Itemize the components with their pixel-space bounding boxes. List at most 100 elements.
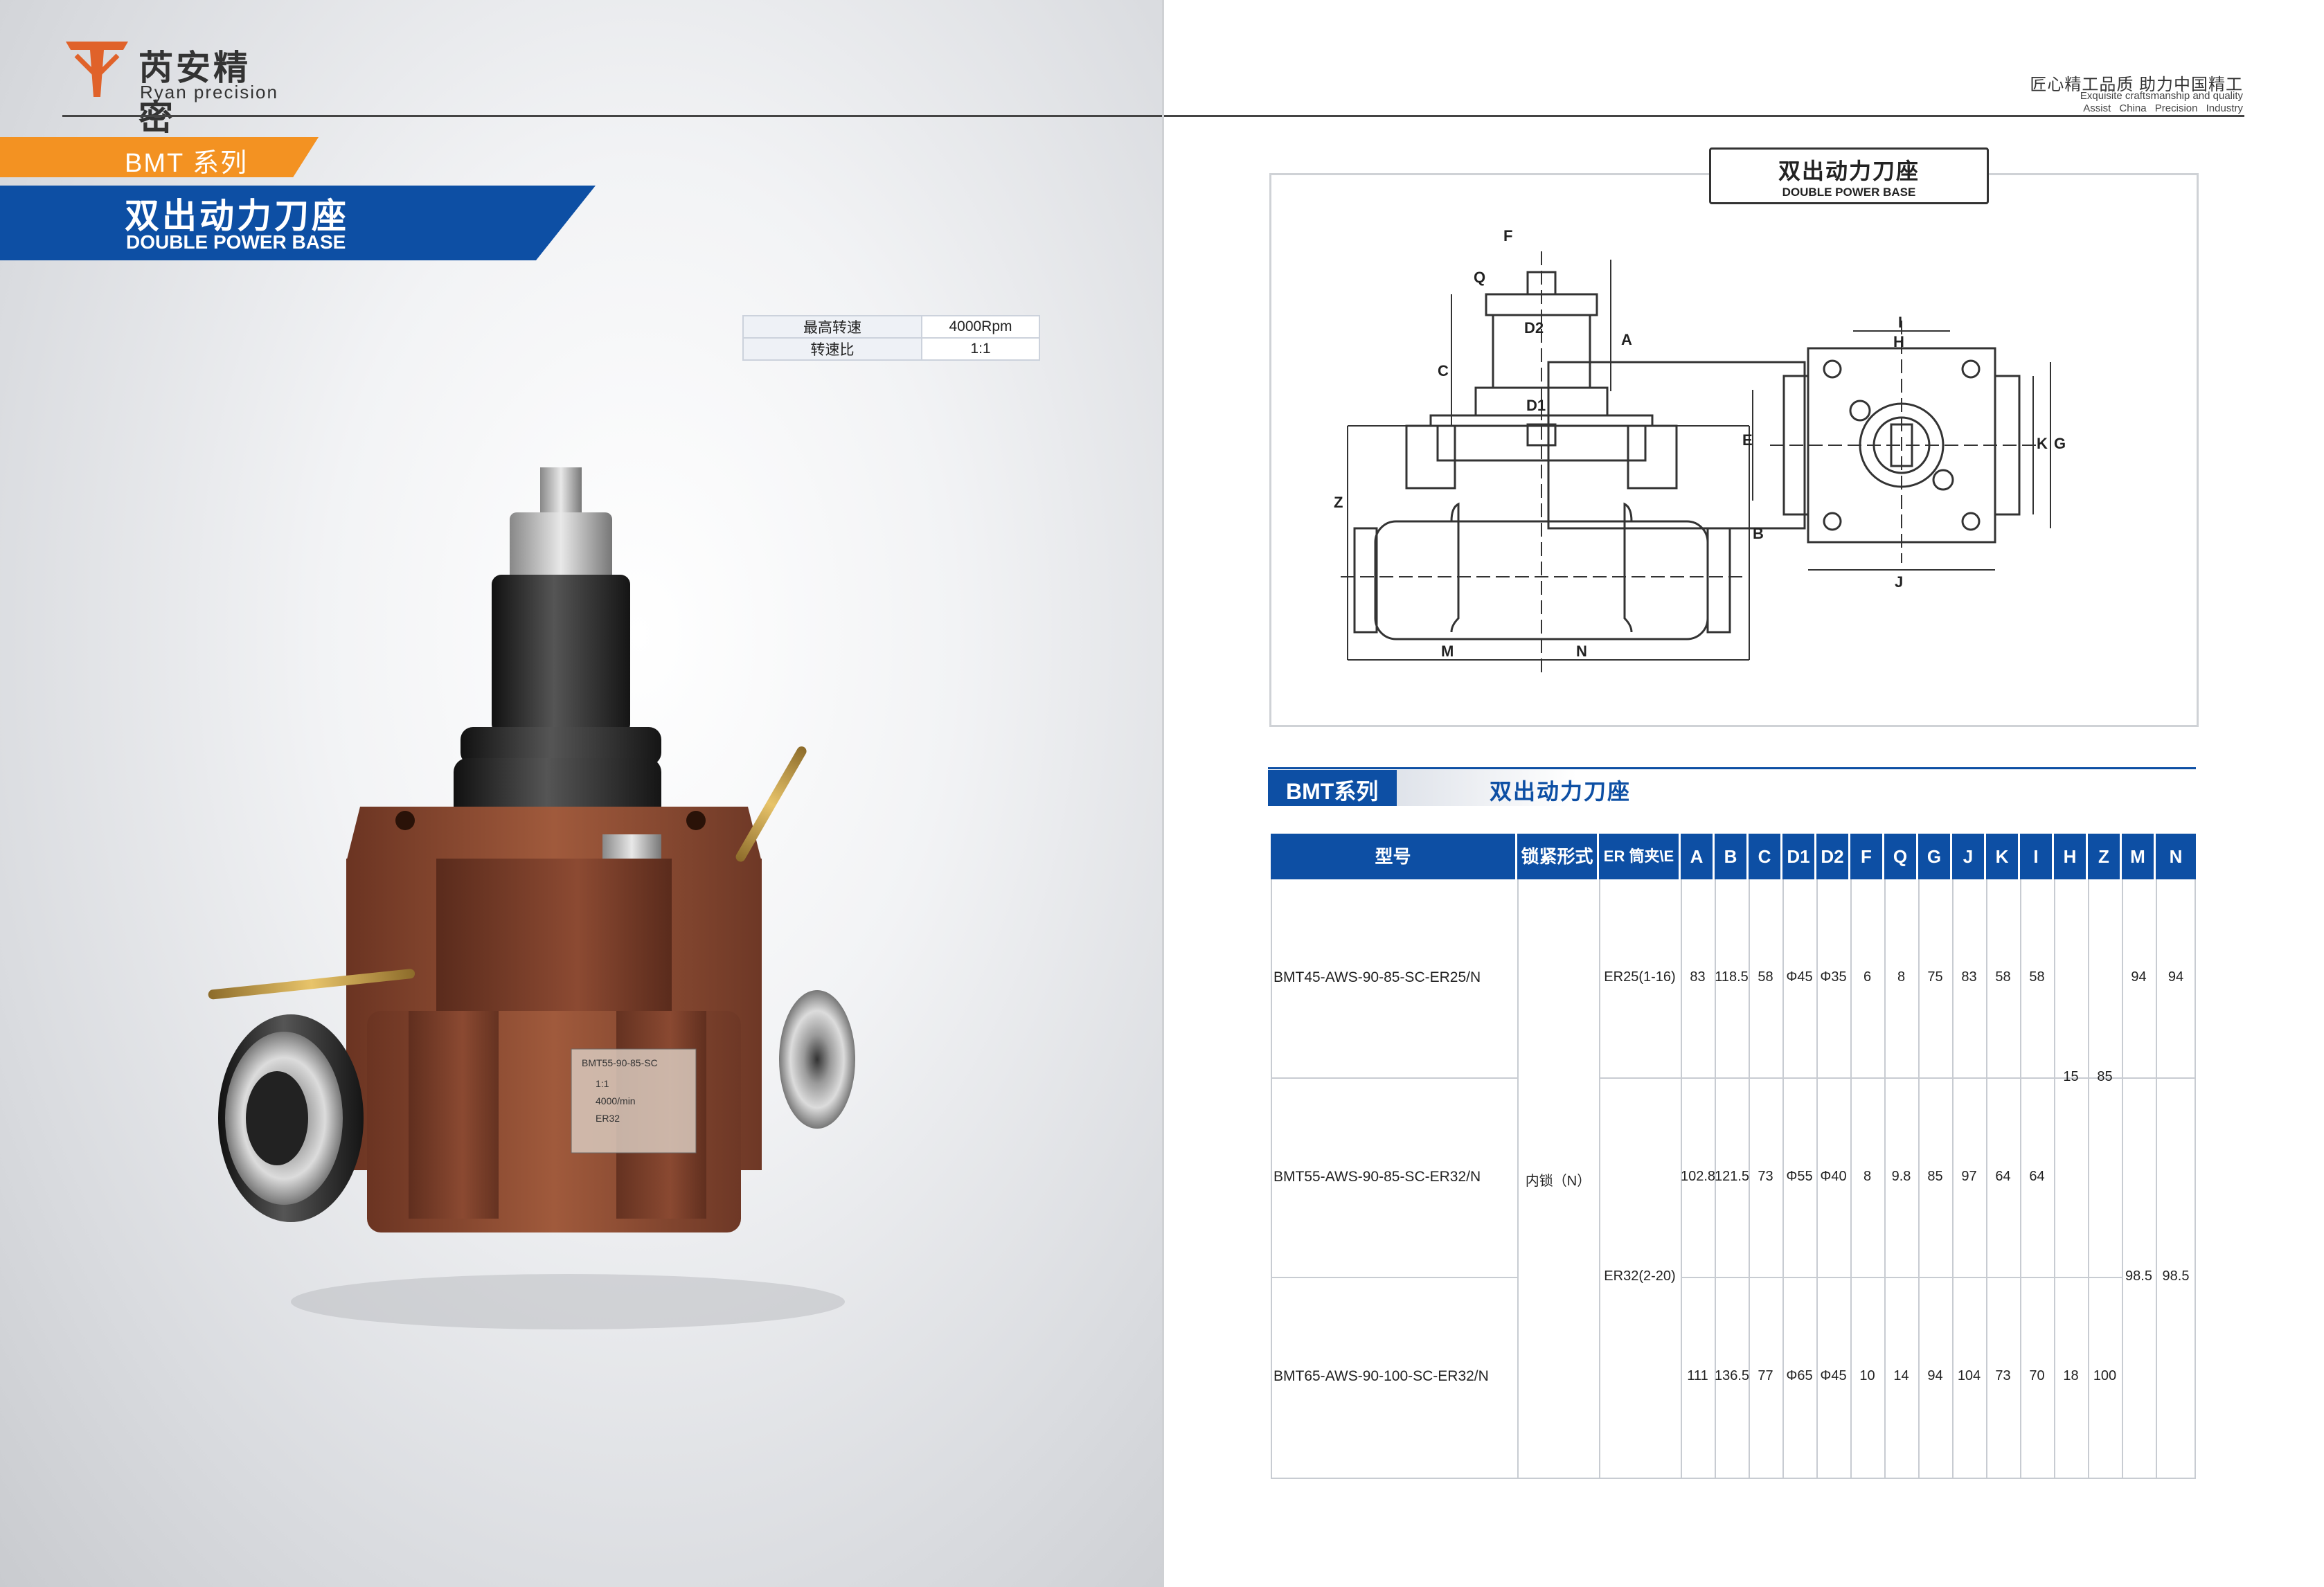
table-cell: 104 xyxy=(1957,1368,1981,1383)
table-cell: 136.5 xyxy=(1715,1368,1750,1383)
dim-label: A xyxy=(1621,331,1632,348)
table-cell: 58 xyxy=(1758,969,1773,985)
nameplate-ratio: 1:1 xyxy=(596,1078,609,1089)
table-cell: 83 xyxy=(1690,969,1706,985)
title-banner: 双出动力刀座 DOUBLE POWER BASE xyxy=(0,186,596,260)
table-header: D2 xyxy=(1816,834,1850,879)
table-header: H xyxy=(2054,834,2088,879)
table-cell: 15 xyxy=(2063,1069,2079,1084)
table-cell: 94 xyxy=(2167,969,2184,985)
table-header: G xyxy=(1918,834,1952,879)
table-cell: 97 xyxy=(1961,1169,1977,1184)
table-cell: 8 xyxy=(1863,1169,1872,1184)
dim-label: K xyxy=(2037,435,2048,452)
speed-spec-table: 最高转速 4000Rpm 转速比 1:1 xyxy=(742,315,1040,361)
grid-line xyxy=(2054,879,2055,1479)
dim-label: Q xyxy=(1474,269,1485,286)
dim-label: D1 xyxy=(1526,397,1546,414)
lock-type-cell: 内锁（N） xyxy=(1525,1174,1591,1189)
table-cell: 98.5 xyxy=(2162,1268,2190,1284)
spec-label: 最高转速 xyxy=(742,315,922,339)
grid-line xyxy=(1599,1077,2122,1079)
dim-label: M xyxy=(1441,643,1454,660)
spec-label: 转速比 xyxy=(742,337,922,361)
brand-logo: 芮安精密 Ryan precision xyxy=(62,35,284,137)
section-title: 双出动力刀座 xyxy=(1490,779,1632,804)
nameplate-model: BMT55-90-85-SC xyxy=(582,1057,658,1068)
table-cell: ER32(2-20) xyxy=(1604,1268,1676,1284)
table-cell: Φ55 xyxy=(1786,1169,1813,1184)
dim-label: D2 xyxy=(1524,319,1544,337)
spec-value: 4000Rpm xyxy=(921,315,1040,339)
table-header: N xyxy=(2156,834,2196,879)
table-cell: 100 xyxy=(2093,1368,2117,1383)
section-rule xyxy=(1268,767,2196,769)
table-cell: 64 xyxy=(1995,1169,2011,1184)
table-cell: 6 xyxy=(1863,969,1872,985)
dimension-drawing: F Q D2 C A D1 Z B M N I H E K G J xyxy=(1334,227,2066,674)
table-header: ER 筒夹\E xyxy=(1599,834,1681,879)
series-label: BMT 系列 xyxy=(125,149,249,178)
table-cell: Φ45 xyxy=(1820,1368,1847,1383)
table-header: K xyxy=(1986,834,2020,879)
table-cell: 94 xyxy=(1927,1368,1943,1383)
dim-label: I xyxy=(1898,314,1902,331)
right-page: 匠心精工品质 助力中国精工 Exquisite craftsmanship an… xyxy=(1162,0,2324,1587)
table-header: I xyxy=(2020,834,2054,879)
grid-line xyxy=(1271,1277,1517,1278)
table-header: A xyxy=(1681,834,1715,879)
spec-row: 最高转速 4000Rpm xyxy=(742,315,1040,339)
table-header: D1 xyxy=(1782,834,1816,879)
table-cell: 58 xyxy=(2029,969,2045,985)
table-cell: 77 xyxy=(1758,1368,1773,1383)
table-cell: Φ65 xyxy=(1786,1368,1813,1383)
logo-mark-icon xyxy=(66,42,128,97)
table-header: J xyxy=(1952,834,1986,879)
table-cell: 85 xyxy=(2097,1069,2113,1084)
drawing-frame: F Q D2 C A D1 Z B M N I H E K G J 双出动力刀座… xyxy=(1269,147,2199,727)
section-tab: BMT系列 xyxy=(1268,770,1397,806)
spec-table: 型号 锁紧形式 ER 筒夹\E A B C D1 D2 F Q G J K I … xyxy=(1271,834,2196,1479)
table-cell: 58 xyxy=(1995,969,2011,985)
table-cell: 70 xyxy=(2029,1368,2045,1383)
dim-label: C xyxy=(1438,362,1449,379)
table-cell: 73 xyxy=(1758,1169,1773,1184)
table-cell: 64 xyxy=(2029,1169,2045,1184)
table-row-model: BMT65-AWS-90-100-SC-ER32/N xyxy=(1273,1368,1489,1384)
drawing-title: 双出动力刀座 DOUBLE POWER BASE xyxy=(1709,147,1989,204)
dim-label: J xyxy=(1895,573,1903,591)
dim-label: N xyxy=(1576,643,1587,660)
table-cell: 75 xyxy=(1927,969,1943,985)
spec-row: 转速比 1:1 xyxy=(742,337,1040,361)
table-cell: Φ40 xyxy=(1820,1169,1847,1184)
table-header: 型号 xyxy=(1271,834,1517,879)
table-row-model: BMT45-AWS-90-85-SC-ER25/N xyxy=(1273,969,1481,985)
table-cell: 73 xyxy=(1995,1368,2011,1383)
table-cell: 94 xyxy=(2131,969,2147,985)
table-row-model: BMT55-AWS-90-85-SC-ER32/N xyxy=(1273,1169,1481,1185)
table-header: Q xyxy=(1884,834,1918,879)
brand-name-en: Ryan precision xyxy=(140,82,278,102)
table-cell: ER25(1-16) xyxy=(1604,969,1676,985)
grid-line xyxy=(1271,879,1272,1479)
header-rule xyxy=(1164,115,2244,117)
dim-label: E xyxy=(1742,431,1753,449)
spec-value: 1:1 xyxy=(921,337,1040,361)
series-banner: BMT 系列 xyxy=(0,137,319,177)
table-cell: 121.5 xyxy=(1715,1169,1750,1184)
dim-label: H xyxy=(1893,333,1904,350)
dim-label: Z xyxy=(1334,494,1343,511)
table-header: F xyxy=(1850,834,1884,879)
table-cell: 8 xyxy=(1897,969,1906,985)
table-cell: 98.5 xyxy=(2125,1268,2152,1284)
table-header: B xyxy=(1715,834,1749,879)
dim-label: G xyxy=(2054,435,2066,452)
table-header: Z xyxy=(2088,834,2122,879)
table-header: 锁紧形式 xyxy=(1517,834,1599,879)
table-cell: 111 xyxy=(1687,1368,1708,1383)
section-tab-label: BMT系列 xyxy=(1286,779,1379,804)
grid-line xyxy=(1271,1077,1517,1079)
table-cell: 9.8 xyxy=(1891,1169,1911,1184)
table-cell: 14 xyxy=(1893,1368,1909,1383)
table-cell: 85 xyxy=(1927,1169,1943,1184)
